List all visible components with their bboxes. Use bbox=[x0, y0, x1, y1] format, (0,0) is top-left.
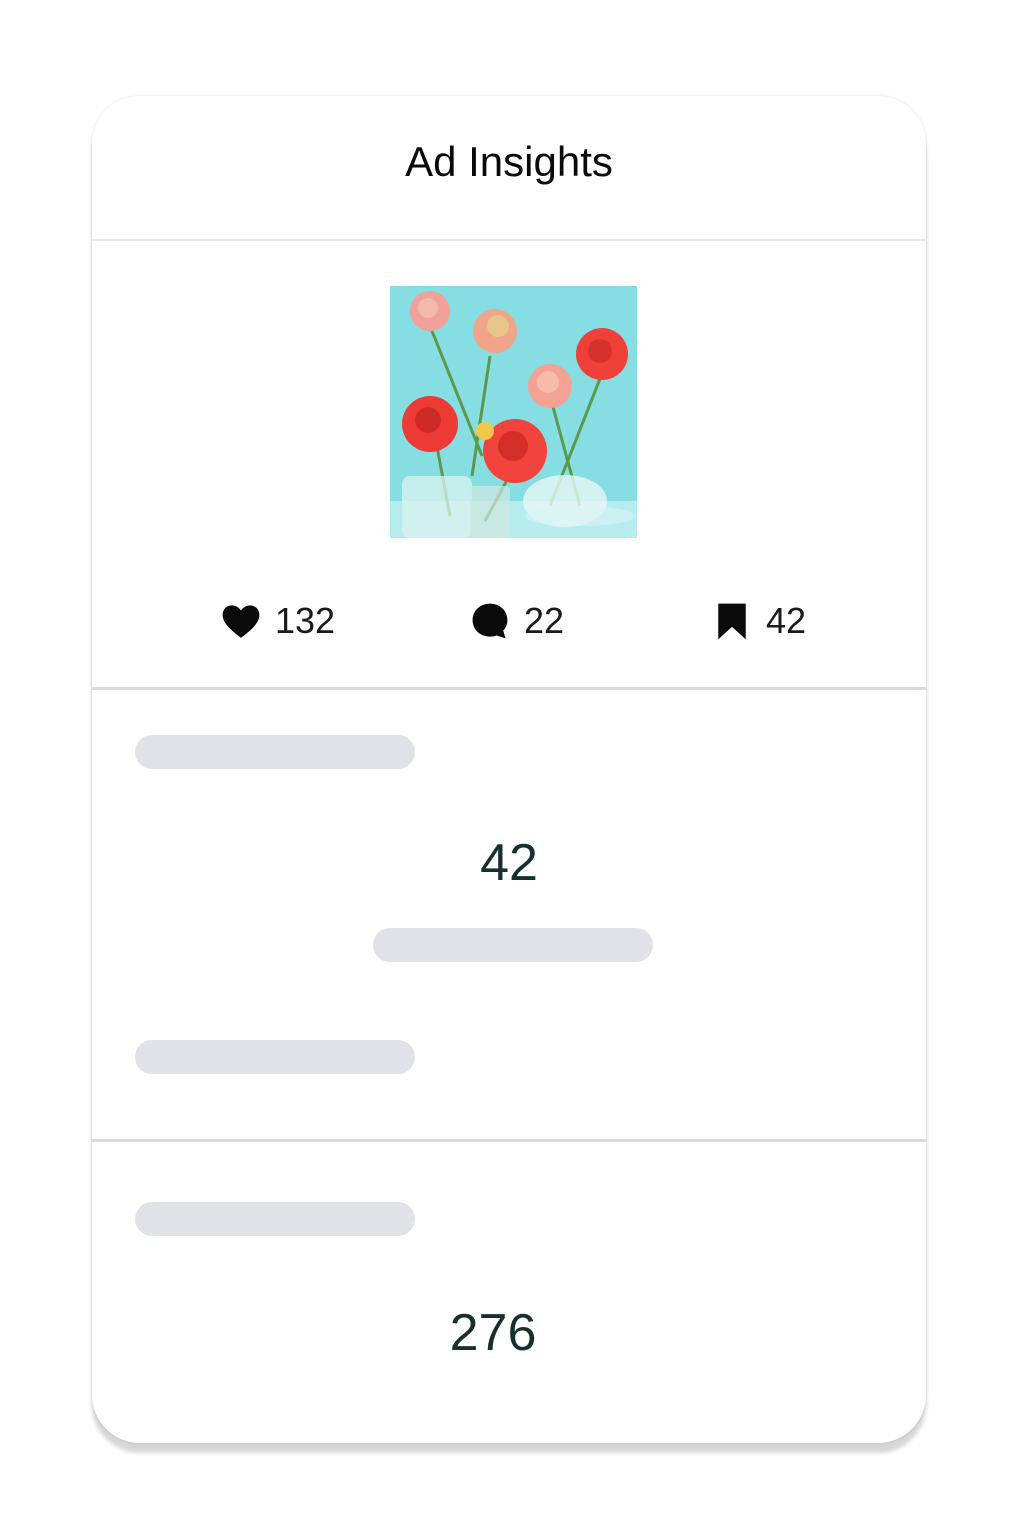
post-section: 132 22 42 bbox=[92, 241, 926, 690]
loading-placeholder bbox=[135, 735, 415, 769]
comment-icon bbox=[472, 603, 508, 639]
likes-count: 132 bbox=[275, 600, 336, 641]
card-header: Ad Insights bbox=[92, 96, 926, 241]
secondary-metrics-section: 276 bbox=[92, 1142, 926, 1442]
saves-count: 42 bbox=[766, 600, 807, 641]
loading-placeholder bbox=[135, 1040, 415, 1074]
secondary-metric-value: 276 bbox=[449, 1304, 537, 1362]
ad-image[interactable] bbox=[390, 286, 637, 538]
likes-stat[interactable]: 132 bbox=[219, 599, 335, 643]
flowers-illustration bbox=[390, 286, 637, 538]
metrics-section: 42 bbox=[92, 690, 926, 1142]
saves-stat[interactable]: 42 bbox=[710, 599, 806, 643]
ad-insights-card: Ad Insights 132 22 42 42 276 bbox=[92, 96, 926, 1443]
comments-count: 22 bbox=[524, 600, 565, 641]
primary-metric-value: 42 bbox=[480, 834, 538, 892]
bookmark-icon bbox=[718, 603, 746, 640]
loading-placeholder bbox=[135, 1202, 415, 1236]
loading-placeholder bbox=[373, 928, 653, 962]
comments-stat[interactable]: 22 bbox=[468, 599, 564, 643]
heart-icon bbox=[222, 605, 260, 638]
page-title: Ad Insights bbox=[405, 137, 613, 185]
